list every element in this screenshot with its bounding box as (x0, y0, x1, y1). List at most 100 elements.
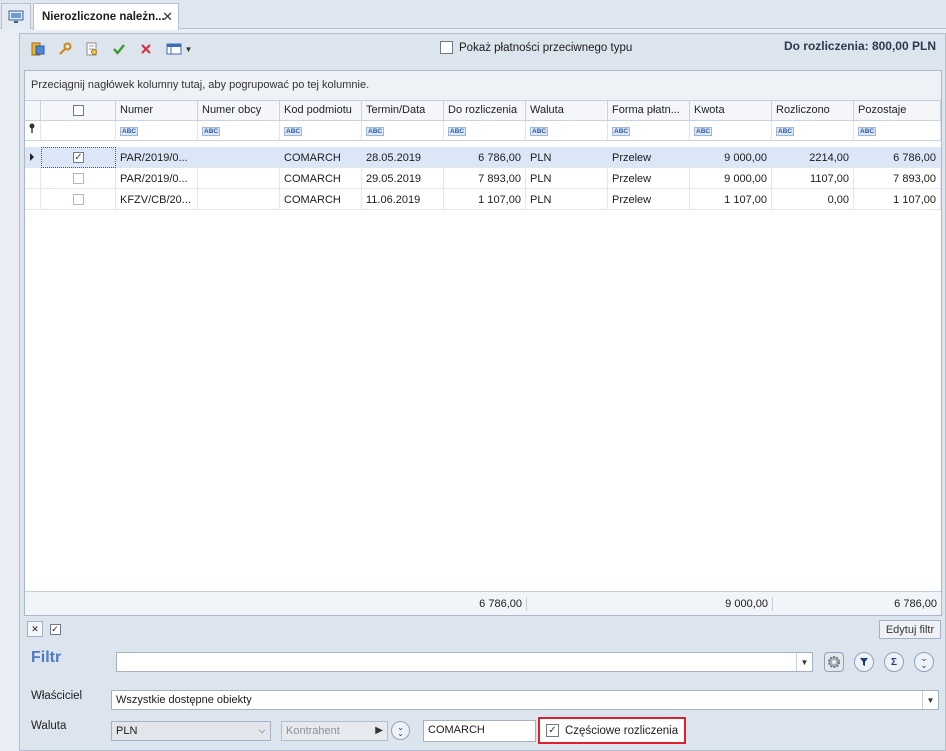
tab-unsettled-receivables[interactable]: Nierozliczone należn... ✕ (33, 3, 179, 30)
play-icon: ▶ (375, 725, 383, 736)
select-all-header[interactable] (41, 101, 116, 121)
filter-cell-pozostaje[interactable]: ABC (854, 121, 941, 141)
cell-do-rozliczenia: 6 786,00 (444, 147, 526, 168)
cancel-button[interactable] (136, 40, 156, 58)
view-options-button[interactable]: ▼ (163, 40, 195, 58)
opposite-payments-label: Pokaż płatności przeciwnego typu (459, 41, 633, 54)
approve-button[interactable] (109, 40, 129, 58)
cell-forma: Przelew (608, 189, 690, 210)
chevron-down-icon[interactable]: ⌵ (254, 722, 270, 740)
row-checkbox[interactable]: ✓ (73, 152, 84, 163)
col-header-rozliczono[interactable]: Rozliczono (772, 101, 854, 121)
filter-combo[interactable]: ▼ (116, 652, 813, 672)
checkbox-box[interactable]: ✓ (546, 724, 559, 737)
filter-cell-select (41, 121, 116, 141)
wrench-icon (59, 42, 72, 55)
cell-kod: COMARCH (280, 189, 362, 210)
chevron-down-icon: ▼ (184, 44, 193, 54)
filter-cell-termin[interactable]: ABC (362, 121, 444, 141)
text-filter-icon: ABC (366, 127, 385, 136)
currency-label: Waluta (31, 720, 67, 732)
owner-combo[interactable]: Wszystkie dostępne obiekty ▼ (111, 690, 939, 710)
chevron-down-icon[interactable]: ▼ (796, 653, 812, 671)
filter-cell-kod[interactable]: ABC (280, 121, 362, 141)
row-select-cell[interactable] (41, 168, 116, 189)
filter-cell-waluta[interactable]: ABC (526, 121, 608, 141)
sigma-icon: Σ (890, 656, 897, 668)
checkbox-box[interactable]: ✓ (49, 623, 61, 635)
preview-button[interactable] (82, 40, 102, 58)
filter-cell-forma[interactable]: ABC (608, 121, 690, 141)
col-header-pozostaje[interactable]: Pozostaje (854, 101, 941, 121)
contractor-button[interactable]: Kontrahent ▶ (281, 721, 388, 741)
col-header-kod-podmiotu[interactable]: Kod podmiotu (280, 101, 362, 121)
filter-cell-numer[interactable]: ABC (116, 121, 198, 141)
row-indicator (25, 189, 41, 210)
settings-button[interactable] (55, 40, 75, 58)
row-select-cell[interactable]: ✓ (41, 147, 116, 168)
table-row[interactable]: ✓ PAR/2019/0... COMARCH 28.05.2019 6 786… (25, 147, 941, 168)
gear-button[interactable] (824, 652, 844, 672)
cell-forma: Przelew (608, 168, 690, 189)
edit-filter-button[interactable]: Edytuj filtr (879, 620, 941, 639)
filter-cell-numer-obcy[interactable]: ABC (198, 121, 280, 141)
cell-numer-obcy (198, 168, 280, 189)
cell-kod: COMARCH (280, 147, 362, 168)
text-filter-icon: ABC (448, 127, 467, 136)
col-header-do-rozliczenia[interactable]: Do rozliczenia (444, 101, 526, 121)
currency-value: PLN (116, 725, 138, 737)
desktop-tab[interactable] (1, 3, 31, 29)
double-chevron-down-icon: ⌄ ⌄ (397, 722, 404, 738)
row-select-cell[interactable] (41, 189, 116, 210)
cell-waluta: PLN (526, 168, 608, 189)
filter-cell-do-rozliczenia[interactable]: ABC (444, 121, 526, 141)
export-button[interactable] (28, 40, 48, 58)
funnel-icon (860, 658, 868, 666)
filter-label: Filtr (31, 649, 62, 666)
filter-enabled-checkbox[interactable]: ✓ (47, 621, 63, 637)
sum-button[interactable]: Σ (884, 652, 904, 672)
close-icon[interactable]: ✕ (162, 9, 173, 25)
cell-rozliczono: 0,00 (772, 189, 854, 210)
row-indicator-header (25, 101, 41, 121)
col-header-kwota[interactable]: Kwota (690, 101, 772, 121)
cell-forma: Przelew (608, 147, 690, 168)
col-header-waluta[interactable]: Waluta (526, 101, 608, 121)
checkbox-box[interactable] (440, 41, 453, 54)
double-chevron-down-icon: ⌄ ⌄ (920, 653, 928, 670)
grid-summary-footer: 6 786,00 9 000,00 6 786,00 (25, 591, 941, 615)
chevron-down-icon[interactable]: ▼ (922, 691, 938, 709)
partial-settlements-checkbox[interactable]: ✓ Częściowe rozliczenia (538, 717, 686, 744)
filter-cell-rozliczono[interactable]: ABC (772, 121, 854, 141)
col-header-forma-platnosci[interactable]: Forma płatn... (608, 101, 690, 121)
owner-label: Właściciel (31, 690, 83, 702)
tab-title: Nierozliczone należn... (42, 11, 165, 23)
col-header-numer[interactable]: Numer (116, 101, 198, 121)
text-filter-icon: ABC (530, 127, 549, 136)
table-row[interactable]: PAR/2019/0... COMARCH 29.05.2019 7 893,0… (25, 168, 941, 189)
current-row-indicator (25, 147, 41, 168)
footer-separator (526, 597, 527, 611)
row-checkbox[interactable] (72, 194, 84, 205)
table-row[interactable]: KFZV/CB/20... COMARCH 11.06.2019 1 107,0… (25, 189, 941, 210)
filter-cell-kwota[interactable]: ABC (690, 121, 772, 141)
cell-rozliczono: 1107,00 (772, 168, 854, 189)
contractor-input[interactable]: COMARCH (423, 720, 536, 742)
clear-filter-button[interactable]: ✕ (27, 621, 43, 637)
text-filter-icon: ABC (120, 127, 139, 136)
cell-do-rozliczenia: 7 893,00 (444, 168, 526, 189)
gear-icon (828, 656, 840, 668)
payments-grid: Przeciągnij nagłówek kolumny tutaj, aby … (24, 70, 942, 616)
contractor-expand-button[interactable]: ⌄ ⌄ (391, 721, 410, 740)
close-icon: ✕ (31, 623, 39, 634)
col-header-termin[interactable]: Termin/Data (362, 101, 444, 121)
filter-funnel-button[interactable] (854, 652, 874, 672)
row-checkbox[interactable] (72, 173, 84, 184)
opposite-payments-checkbox[interactable]: Pokaż płatności przeciwnego typu (440, 41, 632, 54)
cell-termin: 11.06.2019 (362, 189, 444, 210)
col-header-numer-obcy[interactable]: Numer obcy (198, 101, 280, 121)
expand-button[interactable]: ⌄ ⌄ (914, 652, 934, 672)
select-all-checkbox[interactable] (72, 105, 84, 116)
currency-combo[interactable]: PLN ⌵ (111, 721, 271, 741)
total-kwota: 9 000,00 (725, 598, 768, 610)
